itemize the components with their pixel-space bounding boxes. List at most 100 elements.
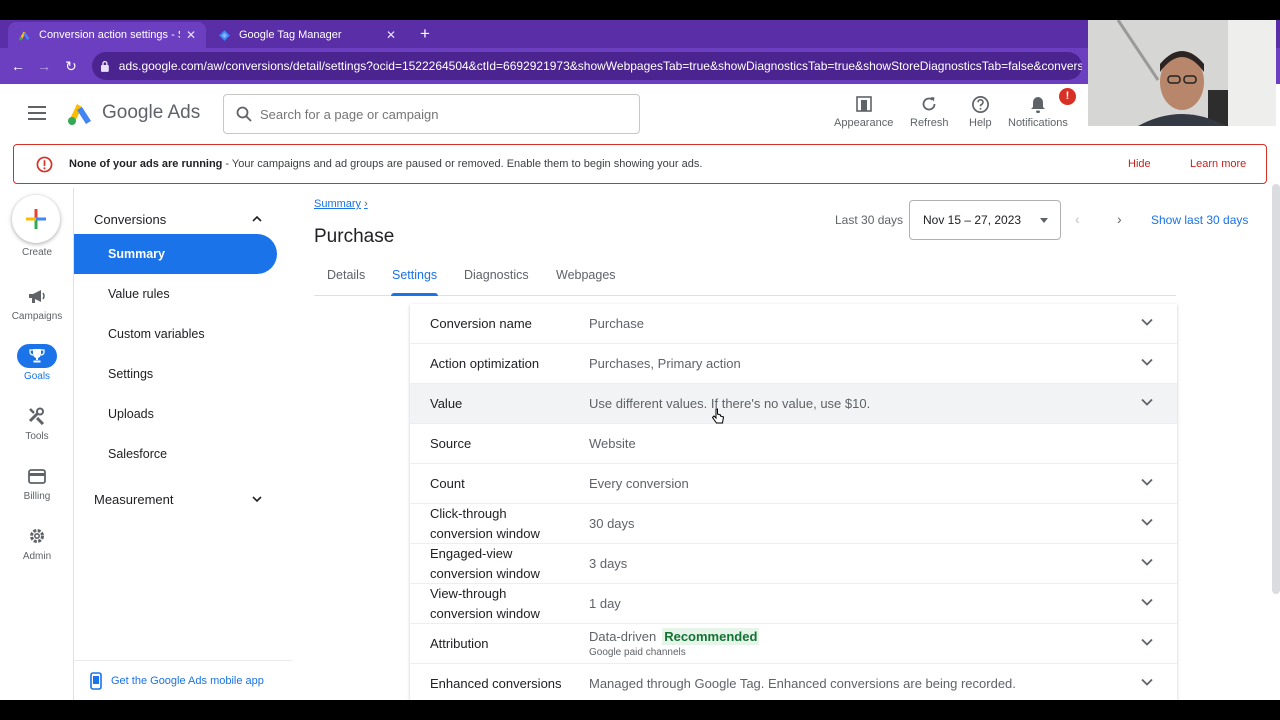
ads-not-running-banner: None of your ads are running - Your camp… [13, 144, 1267, 184]
setting-row-attribution[interactable]: Attribution Data-driven Recommended Googl… [410, 624, 1177, 664]
plus-icon [26, 209, 46, 229]
new-tab-icon[interactable]: + [416, 24, 434, 44]
nav-section-conversions[interactable]: Conversions [94, 212, 262, 227]
menu-icon[interactable] [28, 106, 46, 120]
chevron-up-icon [252, 215, 262, 222]
date-range-picker[interactable]: Nov 15 – 27, 2023 [909, 200, 1061, 240]
webcam-overlay [1088, 20, 1276, 126]
google-ads-logo[interactable]: Google Ads [66, 100, 200, 126]
setting-label: Action optimization [430, 356, 540, 371]
learn-more-link[interactable]: Learn more [1190, 158, 1246, 170]
notifications-button[interactable]: ! Notifications [1008, 88, 1076, 134]
rail-item-campaigns[interactable]: Campaigns [0, 284, 74, 322]
refresh-button[interactable]: Refresh [910, 94, 949, 134]
setting-row-source: Source Website [410, 424, 1177, 464]
appearance-button[interactable]: Appearance [834, 94, 893, 134]
setting-row-click-through-window[interactable]: Click-through conversion window 30 days [410, 504, 1177, 544]
page-scrollbar[interactable] [1272, 184, 1280, 594]
rail-admin-label: Admin [22, 551, 52, 562]
appearance-icon [855, 96, 872, 112]
browser-tab-tag-manager[interactable]: Google Tag Manager ✕ [208, 22, 406, 48]
close-tab-icon[interactable]: ✕ [386, 28, 396, 42]
search-box[interactable] [223, 94, 640, 134]
expand-chevron-icon[interactable] [1141, 398, 1153, 406]
setting-row-value[interactable]: Value Use different values. If there's n… [410, 384, 1177, 424]
setting-value: Data-driven [589, 629, 657, 644]
rail-item-billing[interactable]: Billing [0, 464, 74, 502]
rail-item-admin[interactable]: Admin [0, 524, 74, 562]
recommended-badge: Recommended [662, 628, 760, 645]
expand-chevron-icon[interactable] [1141, 318, 1153, 326]
tab-diagnostics[interactable]: Diagnostics [464, 268, 529, 296]
close-tab-icon[interactable]: ✕ [186, 28, 196, 42]
expand-chevron-icon[interactable] [1141, 638, 1153, 646]
sidenav-divider [74, 660, 292, 661]
setting-row-action-optimization[interactable]: Action optimization Purchases, Primary a… [410, 344, 1177, 384]
help-button[interactable]: Help [969, 94, 992, 134]
banner-text: - Your campaigns and ad groups are pause… [225, 158, 703, 170]
setting-value: Purchase [589, 316, 644, 331]
google-ads-logo-icon [68, 104, 91, 125]
address-bar[interactable]: ads.google.com/aw/conversions/detail/set… [92, 52, 1082, 80]
forward-icon[interactable]: → [34, 56, 54, 76]
browser-tab-conversion-settings[interactable]: Conversion action settings - Sha ✕ [8, 22, 206, 48]
nav-item-value-rules[interactable]: Value rules [74, 274, 277, 314]
nav-section-measurement[interactable]: Measurement [94, 492, 262, 507]
nav-item-uploads[interactable]: Uploads [74, 394, 277, 434]
screen-bottom-bar [0, 700, 1280, 720]
setting-label: Conversion name [430, 316, 532, 331]
setting-value: 30 days [589, 516, 635, 531]
trophy-icon [29, 349, 45, 363]
setting-label: Count [430, 476, 465, 491]
nav-section-measurement-label: Measurement [94, 492, 174, 507]
nav-item-custom-variables[interactable]: Custom variables [74, 314, 277, 354]
setting-value: 1 day [589, 596, 621, 611]
conversion-settings-card: Conversion name Purchase Action optimiza… [410, 304, 1177, 700]
help-icon [971, 95, 989, 113]
browser-tab-title: Google Tag Manager [239, 29, 342, 41]
nav-item-settings[interactable]: Settings [74, 354, 277, 394]
search-input[interactable] [260, 106, 600, 122]
tab-webpages[interactable]: Webpages [556, 268, 616, 296]
mouse-cursor-icon [712, 408, 724, 424]
reload-icon[interactable]: ↻ [61, 56, 81, 76]
setting-label: View-through conversion window [430, 586, 540, 621]
setting-row-conversion-name[interactable]: Conversion name Purchase [410, 304, 1177, 344]
setting-row-engaged-view-window[interactable]: Engaged-view conversion window 3 days [410, 544, 1177, 584]
tab-details[interactable]: Details [327, 268, 365, 296]
tab-settings[interactable]: Settings [390, 268, 439, 296]
rail-campaigns-label: Campaigns [11, 311, 63, 322]
rail-item-tools[interactable]: Tools [0, 404, 74, 442]
expand-chevron-icon[interactable] [1141, 598, 1153, 606]
hide-banner-link[interactable]: Hide [1128, 158, 1151, 170]
setting-row-enhanced-conversions[interactable]: Enhanced conversions Managed through Goo… [410, 664, 1177, 700]
rail-goals-label: Goals [23, 371, 51, 382]
setting-row-count[interactable]: Count Every conversion [410, 464, 1177, 504]
setting-label: Enhanced conversions [430, 676, 562, 691]
next-period-icon[interactable]: › [1117, 211, 1122, 227]
expand-chevron-icon[interactable] [1141, 678, 1153, 686]
mobile-app-link[interactable]: Get the Google Ads mobile app [90, 672, 264, 690]
expand-chevron-icon[interactable] [1141, 558, 1153, 566]
lock-icon [100, 60, 109, 72]
expand-chevron-icon[interactable] [1141, 358, 1153, 366]
create-button[interactable] [12, 195, 60, 243]
breadcrumb[interactable]: Summary › [314, 198, 368, 210]
rail-item-goals[interactable]: Goals [0, 344, 74, 382]
expand-chevron-icon[interactable] [1141, 478, 1153, 486]
navigation-rail: Create Campaigns Goals Tools Billing Adm… [0, 188, 74, 700]
nav-item-summary[interactable]: Summary [74, 234, 277, 274]
refresh-label: Refresh [910, 117, 949, 129]
expand-chevron-icon[interactable] [1141, 518, 1153, 526]
back-icon[interactable]: ← [8, 56, 28, 76]
show-last-30-days-link[interactable]: Show last 30 days [1151, 213, 1248, 227]
product-name: Google Ads [102, 102, 201, 123]
breadcrumb-summary[interactable]: Summary [314, 198, 361, 210]
nav-item-salesforce[interactable]: Salesforce [74, 434, 277, 474]
setting-row-view-through-window[interactable]: View-through conversion window 1 day [410, 584, 1177, 624]
url-text: ads.google.com/aw/conversions/detail/set… [118, 59, 1082, 73]
banner-title: None of your ads are running [69, 158, 223, 170]
setting-value: Purchases, Primary action [589, 356, 741, 371]
previous-period-icon[interactable]: ‹ [1075, 211, 1080, 227]
setting-value-group: Data-driven Recommended Google paid chann… [589, 627, 760, 659]
